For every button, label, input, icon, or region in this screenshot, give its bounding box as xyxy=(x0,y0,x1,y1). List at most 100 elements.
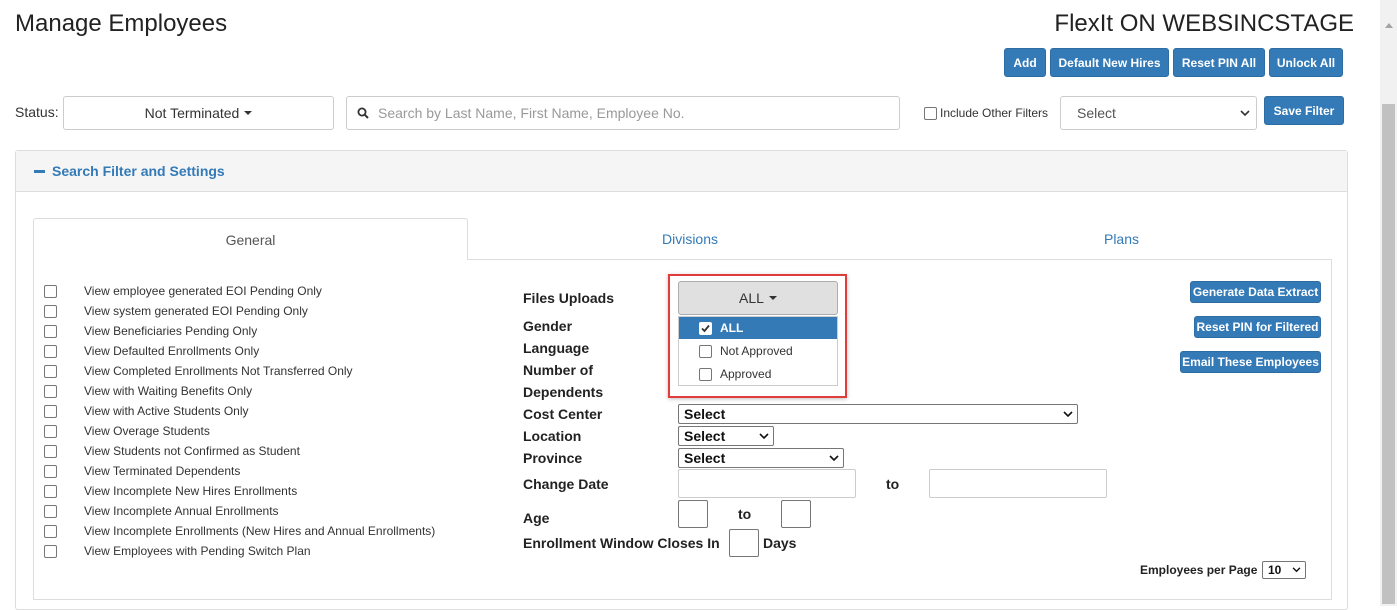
option-checkbox[interactable] xyxy=(44,404,57,418)
checkbox-checked-icon[interactable] xyxy=(699,321,712,335)
scrollbar-thumb[interactable] xyxy=(1382,104,1395,604)
files-uploads-menu: ALL Not Approved Approved xyxy=(678,316,838,386)
option-checkbox[interactable] xyxy=(44,484,57,498)
option-checkbox[interactable] xyxy=(44,344,57,358)
location-select[interactable]: Select xyxy=(678,426,774,446)
include-other-filters[interactable]: Include Other Filters xyxy=(924,106,1048,120)
option-row[interactable]: View Overage Students xyxy=(44,421,210,441)
search-icon xyxy=(357,107,369,119)
age-from-input[interactable] xyxy=(678,500,708,528)
status-value: Not Terminated xyxy=(144,105,240,121)
chevron-down-icon xyxy=(759,432,769,439)
employees-per-page-label: Employees per Page xyxy=(1140,563,1258,577)
include-other-filters-label: Include Other Filters xyxy=(940,106,1049,120)
dependents-label: Dependents xyxy=(523,384,604,400)
option-row[interactable]: View with Active Students Only xyxy=(44,401,249,421)
option-row[interactable]: View Students not Confirmed as Student xyxy=(44,441,300,461)
chevron-down-icon xyxy=(829,454,839,461)
option-checkbox[interactable] xyxy=(44,284,57,298)
location-value: Select xyxy=(684,428,726,444)
panel-title: Search Filter and Settings xyxy=(52,163,225,179)
search-input[interactable]: Search by Last Name, First Name, Employe… xyxy=(346,96,900,130)
page-title: Manage Employees xyxy=(15,10,228,37)
email-employees-button[interactable]: Email These Employees xyxy=(1180,351,1321,373)
option-row[interactable]: View employee generated EOI Pending Only xyxy=(44,281,322,301)
option-row[interactable]: View Employees with Pending Switch Plan xyxy=(44,541,311,561)
option-checkbox[interactable] xyxy=(44,364,57,378)
caret-down-icon xyxy=(244,111,253,115)
menu-item-label: Approved xyxy=(720,367,772,381)
option-checkbox[interactable] xyxy=(44,464,57,478)
option-row[interactable]: View Defaulted Enrollments Only xyxy=(44,341,259,361)
option-label: View system generated EOI Pending Only xyxy=(84,304,308,318)
option-label: View Defaulted Enrollments Only xyxy=(84,344,260,358)
chevron-down-icon xyxy=(1240,109,1250,116)
option-checkbox[interactable] xyxy=(44,544,57,558)
files-uploads-value: ALL xyxy=(739,290,764,306)
change-date-from-input[interactable] xyxy=(678,469,856,498)
option-label: View Students not Confirmed as Student xyxy=(84,444,300,458)
menu-item-label: ALL xyxy=(720,321,744,335)
menu-item-approved[interactable]: Approved xyxy=(679,363,837,385)
files-uploads-dropdown[interactable]: ALL xyxy=(678,281,838,315)
cost-center-value: Select xyxy=(684,406,726,422)
option-label: View Terminated Dependents xyxy=(84,464,241,478)
option-checkbox[interactable] xyxy=(44,384,57,398)
option-checkbox[interactable] xyxy=(44,324,57,338)
menu-item-not-approved[interactable]: Not Approved xyxy=(679,340,837,362)
option-row[interactable]: View Incomplete Annual Enrollments xyxy=(44,501,279,521)
language-label: Language xyxy=(523,340,590,356)
chevron-down-icon xyxy=(1063,410,1073,417)
option-checkbox[interactable] xyxy=(44,424,57,438)
saved-filter-value: Select xyxy=(1077,105,1116,121)
option-label: View Beneficiaries Pending Only xyxy=(84,324,258,338)
option-checkbox[interactable] xyxy=(699,367,712,381)
caret-down-icon xyxy=(768,296,777,300)
reset-pin-all-button[interactable]: Reset PIN All xyxy=(1173,48,1265,77)
saved-filter-select[interactable]: Select xyxy=(1060,96,1257,130)
province-label: Province xyxy=(523,450,583,466)
tab-plans[interactable]: Plans xyxy=(911,218,1332,259)
option-row[interactable]: View Completed Enrollments Not Transferr… xyxy=(44,361,353,381)
unlock-all-button[interactable]: Unlock All xyxy=(1269,48,1343,77)
status-dropdown[interactable]: Not Terminated xyxy=(63,96,334,130)
scroll-up-arrow-icon[interactable] xyxy=(1385,23,1393,28)
option-row[interactable]: View Incomplete Enrollments (New Hires a… xyxy=(44,521,435,541)
enrollment-window-input[interactable] xyxy=(729,529,759,557)
option-row[interactable]: View Incomplete New Hires Enrollments xyxy=(44,481,297,501)
option-label: View Incomplete Annual Enrollments xyxy=(84,504,279,518)
option-label: View employee generated EOI Pending Only xyxy=(84,284,322,298)
option-row[interactable]: View Terminated Dependents xyxy=(44,461,240,481)
option-checkbox[interactable] xyxy=(44,304,57,318)
location-label: Location xyxy=(523,428,582,444)
age-label: Age xyxy=(523,510,550,526)
option-label: View Completed Enrollments Not Transferr… xyxy=(84,364,353,378)
generate-data-extract-button[interactable]: Generate Data Extract xyxy=(1190,281,1321,303)
age-to-input[interactable] xyxy=(781,500,811,528)
option-row[interactable]: View with Waiting Benefits Only xyxy=(44,381,252,401)
province-select[interactable]: Select xyxy=(678,448,844,468)
menu-item-label: Not Approved xyxy=(720,344,793,358)
app-title: FlexIt ON WEBSINCSTAGE xyxy=(1054,10,1354,37)
save-filter-button[interactable]: Save Filter xyxy=(1264,96,1344,125)
change-date-to-input[interactable] xyxy=(929,469,1107,498)
tab-general[interactable]: General xyxy=(33,218,468,260)
include-other-filters-checkbox[interactable] xyxy=(924,106,937,120)
panel-header[interactable]: Search Filter and Settings xyxy=(16,151,1347,192)
option-row[interactable]: View system generated EOI Pending Only xyxy=(44,301,308,321)
option-checkbox[interactable] xyxy=(44,444,57,458)
default-new-hires-button[interactable]: Default New Hires xyxy=(1050,48,1169,77)
reset-pin-filtered-button[interactable]: Reset PIN for Filtered xyxy=(1194,316,1321,338)
cost-center-select[interactable]: Select xyxy=(678,404,1078,424)
option-row[interactable]: View Beneficiaries Pending Only xyxy=(44,321,257,341)
tab-divisions[interactable]: Divisions xyxy=(469,218,911,259)
chevron-down-icon xyxy=(1292,567,1301,573)
option-checkbox[interactable] xyxy=(44,504,57,518)
option-checkbox[interactable] xyxy=(699,344,712,358)
option-label: View Incomplete New Hires Enrollments xyxy=(84,484,298,498)
number-of-label: Number of xyxy=(523,362,593,378)
option-checkbox[interactable] xyxy=(44,524,57,538)
employees-per-page-select[interactable]: 10 xyxy=(1262,561,1306,579)
add-button[interactable]: Add xyxy=(1004,48,1046,77)
menu-item-all[interactable]: ALL xyxy=(679,317,837,339)
